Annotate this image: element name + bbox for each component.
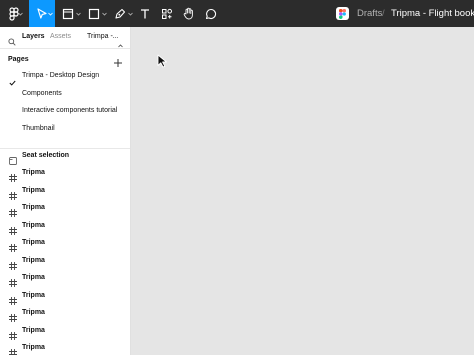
tab-assets[interactable]: Assets: [50, 32, 71, 42]
text-icon: [139, 8, 151, 20]
current-page-selector[interactable]: Trimpa -...: [87, 32, 119, 42]
layer-item[interactable]: Tripma: [0, 340, 130, 355]
page-item[interactable]: Thumbnail: [0, 121, 130, 138]
resources-tool-button[interactable]: [158, 0, 176, 27]
layers-panel: Layers Assets Trimpa -... Pages Trimpa -…: [0, 27, 131, 355]
tab-layers[interactable]: Layers: [22, 32, 45, 42]
pen-chevron-icon: [128, 0, 133, 27]
frame-tool-button[interactable]: [58, 0, 78, 27]
layer-item[interactable]: Tripma: [0, 270, 130, 287]
page-item[interactable]: Components: [0, 86, 130, 103]
layer-label: Seat selection: [22, 152, 70, 159]
main-menu-chevron-icon: [18, 0, 23, 27]
layer-item[interactable]: Tripma: [0, 165, 130, 182]
rectangle-icon: [88, 8, 100, 20]
layer-item[interactable]: Tripma: [0, 235, 130, 252]
main-menu-button[interactable]: [0, 0, 28, 27]
layer-label: Tripma: [22, 344, 45, 351]
page-label: Interactive components tutorial: [22, 107, 118, 114]
layer-label: Tripma: [22, 327, 45, 334]
layer-item[interactable]: Seat selection: [0, 148, 130, 165]
pages-title: Pages: [8, 56, 29, 63]
layer-label: Tripma: [22, 187, 45, 194]
layer-item[interactable]: Tripma: [0, 288, 130, 305]
layer-label: Tripma: [22, 204, 45, 211]
layer-label: Tripma: [22, 292, 45, 299]
pen-tool-button[interactable]: [110, 0, 130, 27]
comment-icon: [205, 8, 217, 20]
layer-label: Tripma: [22, 239, 45, 246]
layer-label: Tripma: [22, 222, 45, 229]
layer-item[interactable]: Tripma: [0, 253, 130, 270]
shape-tool-button[interactable]: [84, 0, 104, 27]
page-item[interactable]: Trimpa - Desktop Design: [0, 68, 130, 86]
panel-tabs: Layers Assets Trimpa -...: [0, 27, 130, 51]
plus-icon: [114, 59, 122, 67]
resources-icon: [161, 8, 173, 20]
pages-header: Pages: [0, 51, 130, 69]
layer-item[interactable]: Tripma: [0, 218, 130, 235]
layer-item[interactable]: Tripma: [0, 183, 130, 200]
breadcrumb-separator: /: [382, 8, 385, 19]
hand-tool-button[interactable]: [180, 0, 198, 27]
move-chevron-icon: [48, 0, 53, 27]
frame-icon: [9, 344, 17, 355]
file-logo-icon: [336, 7, 349, 20]
toolbar: Drafts / Tripma - Flight booking: [0, 0, 474, 27]
layer-label: Tripma: [22, 257, 45, 264]
layer-item[interactable]: Tripma: [0, 200, 130, 217]
layer-label: Tripma: [22, 274, 45, 281]
search-icon[interactable]: [8, 33, 16, 51]
layer-item[interactable]: Tripma: [0, 323, 130, 340]
frame-chevron-icon: [76, 0, 81, 27]
shape-chevron-icon: [102, 0, 107, 27]
pen-icon: [114, 8, 126, 20]
layer-label: Tripma: [22, 309, 45, 316]
add-page-button[interactable]: [113, 55, 123, 67]
page-label: Thumbnail: [22, 125, 55, 132]
layer-label: Tripma: [22, 169, 45, 176]
layer-item[interactable]: Tripma: [0, 305, 130, 322]
page-item[interactable]: Interactive components tutorial: [0, 103, 130, 120]
breadcrumb-team[interactable]: Drafts: [357, 0, 382, 27]
comment-tool-button[interactable]: [202, 0, 220, 27]
breadcrumb-file-name[interactable]: Tripma - Flight booking: [391, 0, 474, 27]
page-label: Trimpa - Desktop Design: [22, 72, 100, 79]
page-label: Components: [22, 90, 62, 97]
hand-icon: [183, 7, 195, 20]
frame-icon: [62, 8, 74, 20]
move-arrow-icon: [36, 7, 48, 20]
text-tool-button[interactable]: [136, 0, 154, 27]
canvas[interactable]: [132, 27, 474, 355]
mouse-cursor-icon: [157, 54, 169, 73]
